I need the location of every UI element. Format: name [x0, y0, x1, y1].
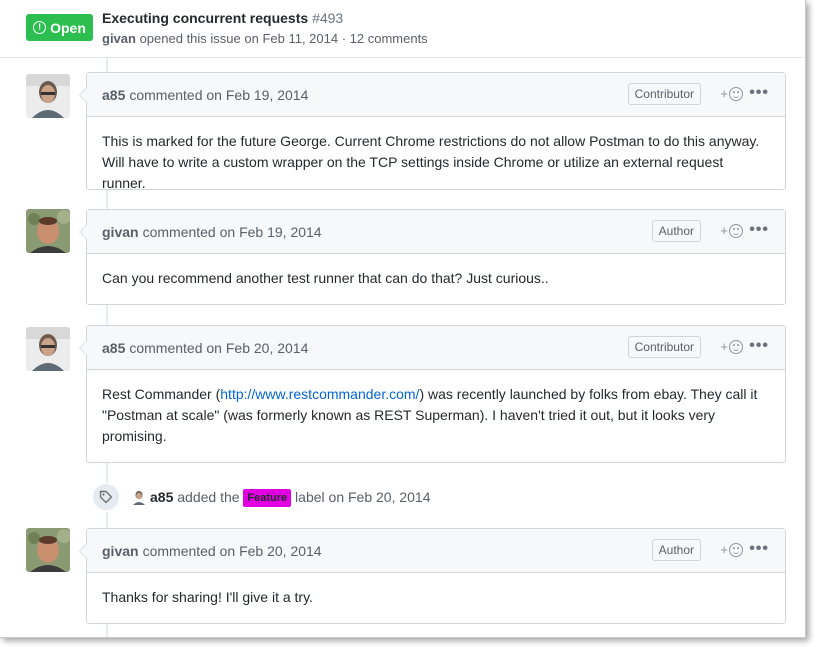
kebab-icon[interactable]: •••	[749, 85, 769, 101]
add-reaction-button[interactable]: +	[720, 339, 743, 354]
comment-box: a85 commented on Feb 20, 2014 Contributo…	[79, 325, 786, 463]
status-badge: ! Open	[26, 14, 93, 41]
issue-page: ! Open Executing concurrent requests #49…	[0, 0, 806, 638]
role-badge: Contributor	[627, 83, 701, 105]
issue-author-link[interactable]: givan	[102, 31, 136, 46]
avatar[interactable]	[26, 74, 70, 118]
role-badge: Author	[651, 539, 701, 561]
label-event: a85 added the Feature label on Feb 20, 2…	[0, 480, 805, 514]
smiley-icon	[729, 339, 743, 354]
comment-author[interactable]: givan	[102, 224, 139, 240]
issue-header: ! Open Executing concurrent requests #49…	[0, 0, 805, 58]
comment-header: givan commented on Feb 19, 2014 Author +…	[87, 210, 785, 254]
comment-body: This is marked for the future George. Cu…	[102, 133, 760, 191]
smiley-icon	[729, 86, 743, 101]
avatar[interactable]	[26, 209, 70, 253]
comment-body: Rest Commander (http://www.restcommander…	[87, 370, 785, 461]
comment-box: a85 commented on Feb 19, 2014 Contributo…	[79, 72, 786, 191]
comment-header: a85 commented on Feb 19, 2014 Contributo…	[87, 73, 785, 117]
role-badge: Contributor	[627, 336, 701, 358]
issue-number[interactable]: #493	[312, 10, 343, 26]
status-label: Open	[50, 19, 86, 36]
issue-meta: givan opened this issue on Feb 11, 2014 …	[102, 31, 428, 46]
issue-title: Executing concurrent requests #493	[102, 10, 343, 26]
comment-author[interactable]: a85	[102, 340, 125, 356]
comment-author[interactable]: a85	[102, 87, 125, 103]
smiley-icon	[729, 542, 743, 557]
avatar[interactable]	[26, 528, 70, 572]
comment-timestamp[interactable]: commented on Feb 20, 2014	[143, 543, 322, 559]
comment-author[interactable]: givan	[102, 543, 139, 559]
comment-timestamp[interactable]: commented on Feb 20, 2014	[129, 340, 308, 356]
feature-label[interactable]: Feature	[243, 489, 292, 507]
comment-header: a85 commented on Feb 20, 2014 Contributo…	[87, 326, 785, 370]
event-action: added the	[173, 489, 244, 505]
issue-title-text: Executing concurrent requests	[102, 10, 309, 26]
role-badge: Author	[651, 220, 701, 242]
comment-body-text: Rest Commander (	[102, 386, 221, 402]
smiley-icon	[729, 223, 743, 238]
avatar[interactable]	[26, 327, 70, 371]
event-suffix: label on Feb 20, 2014	[291, 489, 431, 505]
kebab-icon[interactable]: •••	[749, 338, 769, 354]
tag-icon	[91, 482, 121, 512]
event-text: a85 added the Feature label on Feb 20, 2…	[150, 489, 431, 507]
kebab-icon[interactable]: •••	[749, 541, 769, 557]
add-reaction-button[interactable]: +	[720, 223, 743, 238]
event-actor[interactable]: a85	[150, 489, 173, 505]
comment-body: Can you recommend another test runner th…	[102, 270, 549, 286]
add-reaction-button[interactable]: +	[720, 542, 743, 557]
add-reaction-button[interactable]: +	[720, 86, 743, 101]
comment-header: givan commented on Feb 20, 2014 Author +…	[87, 529, 785, 573]
issue-meta-text: opened this issue on Feb 11, 2014 · 12 c…	[135, 31, 428, 46]
comment-timestamp[interactable]: commented on Feb 19, 2014	[129, 87, 308, 103]
comment-box: givan commented on Feb 20, 2014 Author +…	[79, 528, 786, 624]
comment-body: Thanks for sharing! I'll give it a try.	[102, 589, 313, 605]
restcommander-link[interactable]: http://www.restcommander.com/	[220, 386, 419, 402]
avatar[interactable]	[131, 489, 147, 505]
kebab-icon[interactable]: •••	[749, 222, 769, 238]
comment-box: givan commented on Feb 19, 2014 Author +…	[79, 209, 786, 305]
comment-timestamp[interactable]: commented on Feb 19, 2014	[143, 224, 322, 240]
alert-circle-icon: !	[33, 21, 47, 34]
